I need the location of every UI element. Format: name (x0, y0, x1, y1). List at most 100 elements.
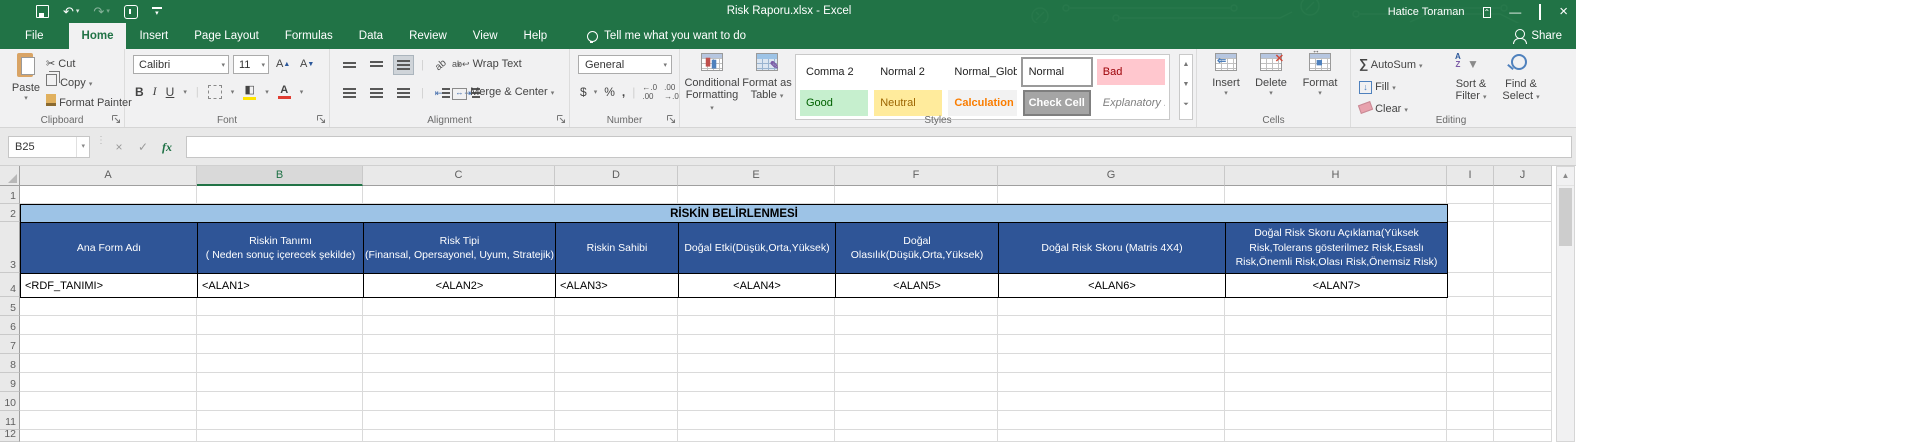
grid-cell[interactable] (197, 411, 363, 430)
clipboard-dialog-launcher-icon[interactable] (111, 114, 121, 124)
align-left-icon[interactable] (340, 84, 359, 102)
grid-cell[interactable] (998, 354, 1225, 373)
grid-cell[interactable] (197, 186, 363, 204)
formula-bar-grip[interactable]: ⋮ (96, 136, 106, 146)
grid-cell[interactable] (998, 316, 1225, 335)
grid-cell[interactable] (998, 373, 1225, 392)
grid-cell[interactable] (835, 335, 998, 354)
grid-cell[interactable] (555, 335, 678, 354)
grid-cell[interactable] (1494, 222, 1552, 273)
row-header-2[interactable]: 2 (0, 204, 20, 222)
column-header-F[interactable]: F (835, 166, 998, 186)
underline-caret[interactable]: ▾ (183, 88, 187, 96)
grid-cell[interactable] (678, 335, 835, 354)
conditional-formatting-button[interactable]: ▮ ▮ Conditional Formatting ▾ (684, 53, 740, 115)
grid-cell[interactable] (555, 411, 678, 430)
grid-cell[interactable] (363, 316, 555, 335)
grid-cell[interactable] (1225, 373, 1447, 392)
copy-button[interactable]: Copy ▾ (46, 74, 132, 94)
grid-cell[interactable] (20, 316, 197, 335)
tab-insert[interactable]: Insert (126, 23, 181, 49)
grid-cell[interactable] (363, 373, 555, 392)
grid-cell[interactable] (678, 392, 835, 411)
table-header-cell-H3[interactable]: Doğal Risk Skoru Açıklama(Yüksek Risk,Tol… (1226, 223, 1448, 274)
grid-cell[interactable] (20, 373, 197, 392)
grid-cell[interactable] (1225, 186, 1447, 204)
table-header-cell-D3[interactable]: Riskin Sahibi (556, 223, 679, 274)
grid-cell[interactable] (998, 411, 1225, 430)
grid-cell[interactable] (1494, 204, 1552, 222)
grid-cell[interactable] (998, 392, 1225, 411)
grid-cell[interactable] (835, 316, 998, 335)
decrease-decimal-icon[interactable]: .00 →.0 (664, 83, 679, 101)
grid-cell[interactable] (555, 354, 678, 373)
align-center-icon[interactable] (367, 84, 386, 102)
customize-qat-icon[interactable]: ▾ (151, 6, 162, 17)
grid-cell[interactable] (998, 335, 1225, 354)
formula-input[interactable] (186, 136, 1572, 158)
grid-cell[interactable] (998, 186, 1225, 204)
grid-cell[interactable] (197, 430, 363, 442)
fill-color-icon[interactable]: ◧ (243, 83, 257, 100)
enter-icon[interactable]: ✓ (132, 136, 154, 158)
row-header-9[interactable]: 9 (0, 373, 20, 392)
table-header-cell-E3[interactable]: Doğal Etki(Düşük,Orta,Yüksek) (679, 223, 836, 274)
column-header-E[interactable]: E (678, 166, 835, 186)
share-button[interactable]: Share (1513, 23, 1562, 49)
grid-cell[interactable] (363, 297, 555, 316)
grid-cell[interactable] (1494, 297, 1552, 316)
grid-cell[interactable] (1447, 373, 1494, 392)
grid-cell[interactable] (678, 354, 835, 373)
table-value-cell-H4[interactable]: <ALAN7> (1226, 274, 1448, 298)
table-value-cell-E4[interactable]: <ALAN4> (679, 274, 836, 298)
grid-cell[interactable] (1494, 316, 1552, 335)
paste-button[interactable]: Paste ▾ (8, 53, 44, 102)
italic-button[interactable]: I (153, 84, 157, 99)
grid-cell[interactable] (555, 316, 678, 335)
grid-cell[interactable] (20, 430, 197, 442)
format-as-table-button[interactable]: ✎ Format as Table ▾ (742, 53, 792, 103)
column-header-I[interactable]: I (1447, 166, 1494, 186)
autosum-button[interactable]: ∑ AutoSum ▾ (1359, 54, 1423, 77)
grid-cell[interactable] (1494, 335, 1552, 354)
grid-cell[interactable] (678, 373, 835, 392)
cell-style-neutral[interactable]: Neutral (874, 90, 943, 116)
tab-formulas[interactable]: Formulas (272, 23, 346, 49)
find-select-button[interactable]: Find & Select ▾ (1497, 53, 1545, 104)
grid-cell[interactable] (1494, 354, 1552, 373)
grid-cell[interactable] (998, 297, 1225, 316)
table-header-cell-A3[interactable]: Ana Form Adı (21, 223, 198, 274)
cell-style-check-cell[interactable]: Check Cell (1022, 90, 1091, 116)
redo-icon[interactable]: ↷ ▾ (93, 5, 109, 18)
grid-cell[interactable] (1225, 316, 1447, 335)
decrease-indent-icon[interactable]: ⇤ (432, 84, 454, 102)
cell-style-comma-2[interactable]: Comma 2 (800, 59, 869, 85)
ribbon-display-options-icon[interactable]: ⌃ (1482, 5, 1492, 18)
bold-button[interactable]: B (135, 85, 144, 99)
grid-cell[interactable] (1447, 186, 1494, 204)
number-format-select[interactable]: General ▾ (578, 55, 672, 74)
sort-filter-button[interactable]: AZ ▼ Sort & Filter ▾ (1447, 53, 1495, 104)
table-header-cell-C3[interactable]: Risk Tipi (Finansal, Opersayonel, Uyum, S… (364, 223, 556, 274)
row-header-12[interactable]: 12 (0, 428, 20, 442)
orientation-icon[interactable]: ab (428, 53, 453, 78)
grid-cell[interactable] (20, 392, 197, 411)
tab-page-layout[interactable]: Page Layout (181, 23, 272, 49)
grid-cell[interactable] (363, 411, 555, 430)
grid-cell[interactable] (678, 316, 835, 335)
grid-cell[interactable] (197, 335, 363, 354)
grid-cell[interactable] (835, 430, 998, 442)
grid-cell[interactable] (835, 373, 998, 392)
grid-cell[interactable] (1494, 392, 1552, 411)
scrollbar-thumb[interactable] (1559, 188, 1572, 246)
tab-file[interactable]: File (12, 23, 57, 49)
tab-view[interactable]: View (460, 23, 511, 49)
restore-icon[interactable] (1539, 3, 1542, 20)
touch-mode-icon[interactable] (123, 4, 138, 19)
grid-cell[interactable] (835, 297, 998, 316)
grid-cell[interactable] (555, 297, 678, 316)
grid-cell[interactable] (1225, 392, 1447, 411)
insert-cells-button[interactable]: ⇐ Insert ▾ (1205, 53, 1247, 97)
row-header-3[interactable]: 3 (0, 222, 20, 273)
grid-cell[interactable] (363, 186, 555, 204)
